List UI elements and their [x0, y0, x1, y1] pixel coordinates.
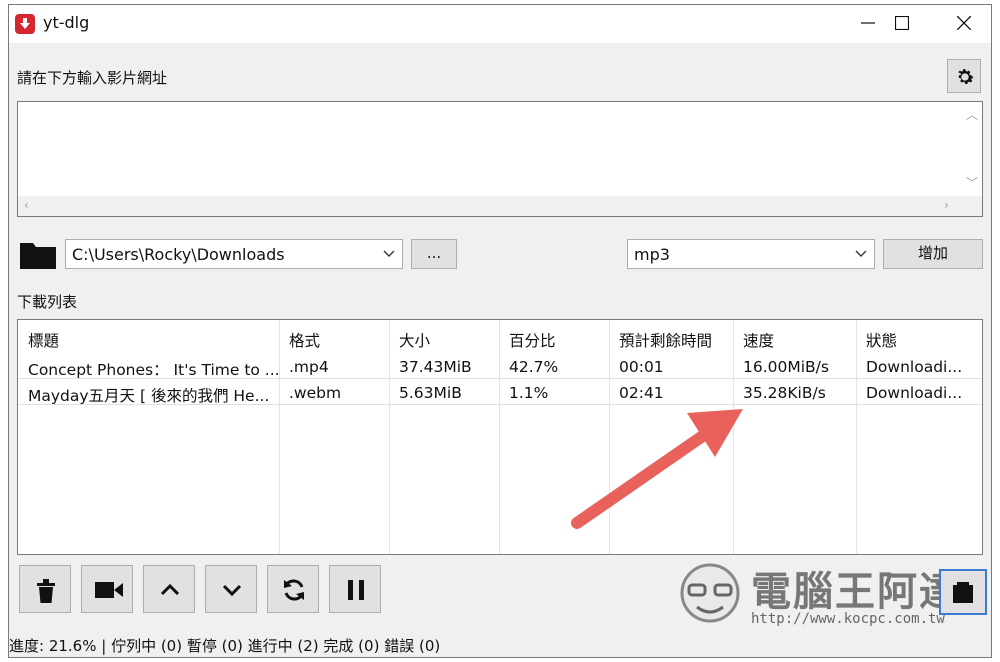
scroll-up-icon[interactable]: ︿ [966, 106, 978, 123]
row-title[interactable]: Mayday五月天 [ 後來的我們 He... [28, 384, 269, 406]
chevron-down-icon [855, 250, 867, 257]
maximize-button[interactable] [871, 5, 933, 41]
vertical-scrollbar[interactable]: ︿ ﹀ [960, 102, 982, 196]
watermark: 電腦王阿達 http://www.kocpc.com.tw [675, 553, 975, 633]
close-button[interactable] [933, 5, 995, 41]
row-percent[interactable]: 42.7% [509, 358, 558, 376]
settings-button[interactable] [947, 59, 981, 93]
scroll-corner [960, 196, 982, 216]
row-size[interactable]: 37.43MiB [399, 358, 472, 376]
format-select[interactable]: mp3 [627, 239, 875, 269]
watermark-url: http://www.kocpc.com.tw [751, 611, 945, 627]
move-down-button[interactable] [205, 565, 257, 613]
download-list-label: 下載列表 [17, 293, 78, 311]
annotation-arrow-icon [571, 409, 743, 529]
app-window: yt-dlg 請在下方輸入影片網址 ︿ ﹀ ‹ › C:\Users\Rocky… [8, 4, 992, 658]
row-speed[interactable]: 16.00MiB/s [743, 358, 829, 376]
row-status[interactable]: Downloadi... [866, 358, 962, 376]
column-header-size[interactable]: 大小 [399, 329, 430, 351]
reload-button[interactable] [267, 565, 319, 613]
chevron-up-icon [160, 583, 180, 596]
add-button[interactable]: 增加 [883, 239, 983, 269]
play-video-button[interactable] [81, 565, 133, 613]
row-title[interactable]: Concept Phones： It's Time to ... [28, 358, 280, 380]
row-eta[interactable]: 02:41 [619, 384, 664, 402]
url-label: 請在下方輸入影片網址 [17, 69, 168, 87]
move-up-button[interactable] [143, 565, 195, 613]
toggle-panel-button[interactable] [939, 569, 987, 615]
pause-icon [348, 580, 364, 600]
row-size[interactable]: 5.63MiB [399, 384, 462, 402]
row-format[interactable]: .webm [289, 384, 341, 402]
scroll-right-icon[interactable]: › [944, 198, 949, 212]
format-value: mp3 [634, 245, 670, 264]
row-speed[interactable]: 35.28KiB/s [743, 384, 826, 402]
column-header-eta[interactable]: 預計剩餘時間 [619, 329, 712, 351]
trash-icon [37, 579, 55, 603]
download-list[interactable]: 標題 格式 大小 百分比 預計剩餘時間 速度 狀態 Concept Phones… [17, 319, 983, 555]
column-header-status[interactable]: 狀態 [866, 329, 897, 351]
status-bar: 進度: 21.6% | 佇列中 (0) 暫停 (0) 進行中 (2) 完成 (0… [9, 637, 441, 655]
column-header-title[interactable]: 標題 [28, 329, 59, 351]
scroll-left-icon[interactable]: ‹ [24, 198, 29, 212]
mascot-logo-icon [680, 563, 740, 623]
refresh-icon [284, 579, 304, 601]
delete-button[interactable] [19, 565, 71, 613]
column-header-percent[interactable]: 百分比 [509, 329, 556, 351]
browse-button[interactable]: ... [411, 239, 457, 269]
window-title: yt-dlg [43, 13, 90, 32]
row-status[interactable]: Downloadi... [866, 384, 962, 402]
column-divider [279, 320, 280, 554]
row-percent[interactable]: 1.1% [509, 384, 548, 402]
watermark-title: 電腦王阿達 [751, 569, 961, 615]
scroll-down-icon[interactable]: ﹀ [966, 174, 978, 191]
download-icon [15, 14, 35, 34]
row-eta[interactable]: 00:01 [619, 358, 664, 376]
column-divider [856, 320, 857, 554]
horizontal-scrollbar[interactable]: ‹ › [18, 196, 960, 216]
download-path-value: C:\Users\Rocky\Downloads [72, 245, 285, 264]
pause-button[interactable] [329, 565, 381, 613]
download-path-select[interactable]: C:\Users\Rocky\Downloads [65, 239, 403, 269]
gear-icon [958, 69, 974, 84]
panel-icon [953, 582, 973, 603]
url-input[interactable]: ︿ ﹀ ‹ › [17, 101, 983, 217]
video-camera-icon [95, 582, 123, 598]
row-format[interactable]: .mp4 [289, 358, 329, 376]
column-divider [499, 320, 500, 554]
chevron-down-icon [222, 584, 242, 597]
column-header-format[interactable]: 格式 [289, 329, 320, 351]
chevron-down-icon [383, 250, 395, 257]
column-divider [389, 320, 390, 554]
folder-icon[interactable] [19, 240, 57, 270]
column-header-speed[interactable]: 速度 [743, 329, 774, 351]
title-bar: yt-dlg [9, 5, 991, 43]
